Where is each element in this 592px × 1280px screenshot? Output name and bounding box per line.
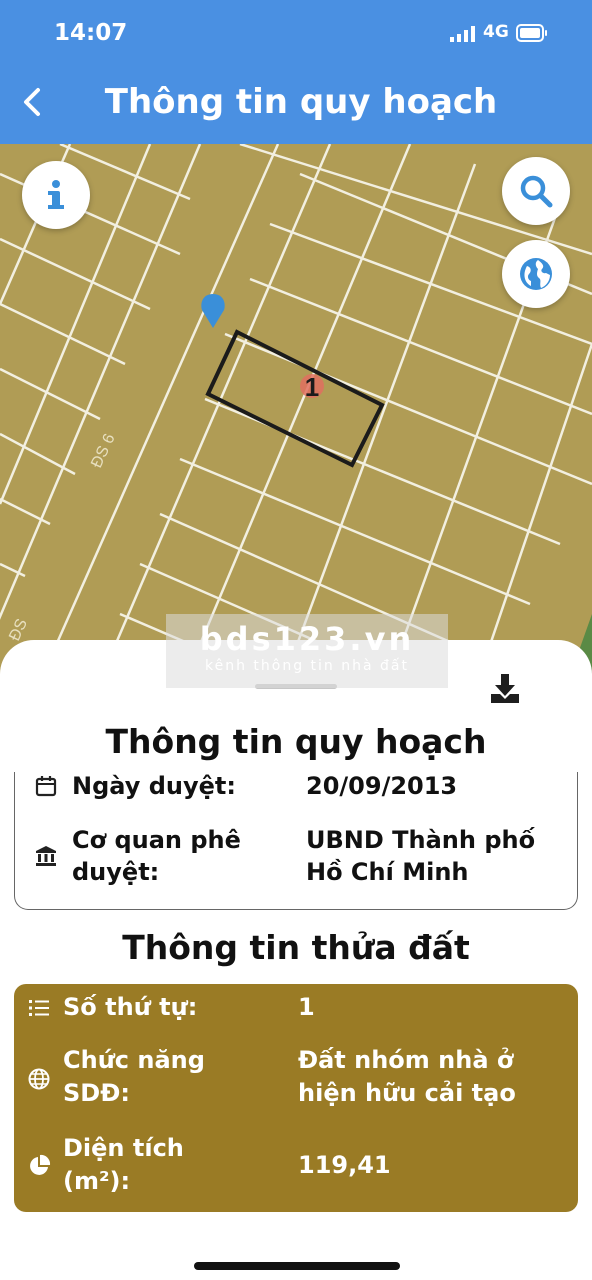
- home-indicator[interactable]: [194, 1262, 400, 1270]
- agency-value-line1: UBND Thành phố: [306, 826, 536, 854]
- signal-icon: [450, 26, 475, 42]
- watermark: bds123.vn kênh thông tin nhà đất: [166, 614, 448, 688]
- function-label-line1: Chức năng: [63, 1046, 205, 1074]
- status-time: 14:07: [54, 20, 128, 46]
- parcel-info-card: Số thứ tự: 1 Chức năng SDĐ: Đất nhóm nhà…: [14, 984, 578, 1212]
- page-title: Thông tin quy hoạch: [104, 82, 498, 122]
- institution-icon: [36, 846, 56, 866]
- agency-value-line2: Hồ Chí Minh: [306, 858, 469, 886]
- agency-label-line1: Cơ quan phê: [72, 826, 241, 854]
- parcel-number-label: 1: [305, 372, 319, 402]
- area-label-line1: Diện tích: [63, 1134, 184, 1162]
- globe-button[interactable]: [502, 240, 570, 308]
- watermark-brand: bds123.vn: [199, 620, 415, 658]
- globe-icon: [520, 258, 552, 290]
- pie-chart-icon: [30, 1154, 51, 1175]
- network-type: 4G: [483, 22, 509, 42]
- status-bar: 14:07 4G: [0, 0, 592, 66]
- order-value: 1: [298, 993, 315, 1021]
- plan-info-heading: Thông tin quy hoạch: [105, 722, 487, 761]
- info-button[interactable]: [22, 161, 90, 229]
- approval-date-label: Ngày duyệt:: [72, 772, 236, 800]
- info-icon: [48, 180, 64, 209]
- calendar-icon: [35, 776, 57, 797]
- list-icon: [29, 1000, 49, 1016]
- function-value-line1: Đất nhóm nhà ở: [298, 1046, 514, 1074]
- agency-label-line2: duyệt:: [72, 858, 160, 886]
- area-label-line2: (m²):: [63, 1167, 131, 1195]
- watermark-tagline: kênh thông tin nhà đất: [205, 658, 409, 674]
- area-value: 119,41: [298, 1151, 391, 1179]
- function-label-line2: SDĐ:: [63, 1079, 130, 1107]
- approval-date-value: 20/09/2013: [306, 772, 458, 800]
- download-icon[interactable]: [488, 672, 522, 706]
- nav-bar: Thông tin quy hoạch: [0, 66, 592, 144]
- search-icon: [520, 175, 553, 208]
- order-label: Số thứ tự:: [63, 993, 198, 1021]
- globe-grid-icon: [28, 1068, 50, 1090]
- battery-icon: [516, 24, 547, 42]
- parcel-info-heading: Thông tin thửa đất: [122, 928, 470, 967]
- search-button[interactable]: [502, 157, 570, 225]
- function-value-line2: hiện hữu cải tạo: [298, 1079, 516, 1107]
